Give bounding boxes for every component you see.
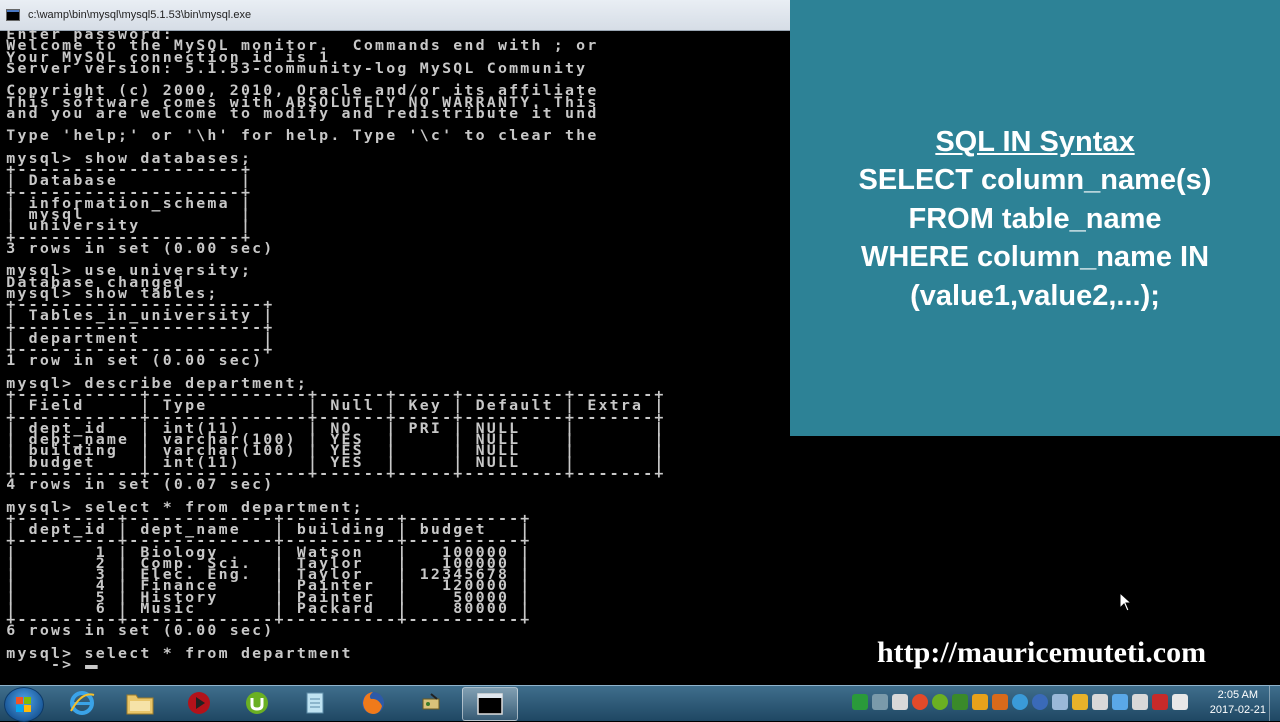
tray-icon-green[interactable] bbox=[852, 694, 868, 710]
sql-syntax-panel: SQL IN Syntax SELECT column_name(s) FROM… bbox=[790, 0, 1280, 436]
syntax-title: SQL IN Syntax bbox=[935, 126, 1135, 158]
console-window-icon bbox=[477, 693, 503, 715]
notepad-icon bbox=[306, 692, 324, 714]
system-tray bbox=[852, 694, 1188, 714]
mouse-pointer-icon bbox=[1119, 592, 1133, 612]
volume-icon[interactable] bbox=[1172, 694, 1188, 710]
clock[interactable]: 2:05 AM 2017-02-21 bbox=[1210, 688, 1266, 718]
tray-icon-printer[interactable] bbox=[1092, 694, 1108, 710]
tray-icon-star[interactable] bbox=[1112, 694, 1128, 710]
tray-icon-sync[interactable] bbox=[992, 694, 1008, 710]
folder-icon bbox=[126, 694, 154, 715]
internet-explorer-icon bbox=[70, 691, 95, 715]
file-explorer-button[interactable] bbox=[113, 687, 167, 719]
watermark-url: http://mauricemuteti.com bbox=[877, 636, 1207, 669]
tray-icon-device[interactable] bbox=[892, 694, 908, 710]
utorrent-button[interactable] bbox=[230, 687, 284, 719]
taskbar: 2:05 AM 2017-02-21 bbox=[0, 685, 1280, 722]
tray-icon-clock[interactable] bbox=[1032, 694, 1048, 710]
utorrent-icon bbox=[246, 692, 268, 714]
show-desktop-button[interactable] bbox=[1269, 686, 1280, 721]
tray-icon-app[interactable] bbox=[952, 694, 968, 710]
media-player-icon bbox=[188, 692, 210, 714]
clock-date: 2017-02-21 bbox=[1209, 704, 1266, 716]
clock-time: 2:05 AM bbox=[1217, 689, 1259, 701]
console-app-icon bbox=[6, 9, 20, 21]
network-tool-icon bbox=[422, 693, 440, 710]
console-title-bar[interactable]: c:\wamp\bin\mysql\mysql5.1.53\bin\mysql.… bbox=[0, 0, 790, 31]
tray-icon-utorrent[interactable] bbox=[932, 694, 948, 710]
syntax-line-where: WHERE column_name IN bbox=[860, 241, 1210, 273]
tray-icon-k[interactable] bbox=[972, 694, 988, 710]
tray-icon-network[interactable] bbox=[872, 694, 888, 710]
firefox-icon bbox=[362, 692, 384, 714]
syntax-line-values: (value1,value2,...); bbox=[910, 279, 1160, 312]
media-player-button[interactable] bbox=[172, 687, 226, 719]
start-button[interactable] bbox=[4, 687, 44, 722]
tray-icon-flag[interactable] bbox=[1132, 694, 1148, 710]
internet-explorer-button[interactable] bbox=[55, 687, 109, 719]
firefox-button[interactable] bbox=[346, 687, 400, 719]
tray-icon-chrome[interactable] bbox=[912, 694, 928, 710]
syntax-line-from: FROM table_name bbox=[908, 202, 1162, 235]
console-text: Enter password: Welcome to the MySQL mon… bbox=[6, 30, 666, 673]
tray-icon-folder[interactable] bbox=[1072, 694, 1088, 710]
network-tool-button[interactable] bbox=[404, 687, 458, 719]
text-cursor bbox=[84, 665, 98, 669]
syntax-line-select: SELECT column_name(s) bbox=[858, 164, 1212, 196]
tray-icon-warning[interactable] bbox=[1152, 694, 1168, 710]
window-title: c:\wamp\bin\mysql\mysql5.1.53\bin\mysql.… bbox=[28, 9, 252, 21]
tray-icon-globe[interactable] bbox=[1012, 694, 1028, 710]
mysql-console-button[interactable] bbox=[462, 687, 518, 721]
windows-logo-icon bbox=[16, 697, 32, 712]
tray-icon-link[interactable] bbox=[1052, 694, 1068, 710]
notepad-button[interactable] bbox=[288, 687, 342, 719]
